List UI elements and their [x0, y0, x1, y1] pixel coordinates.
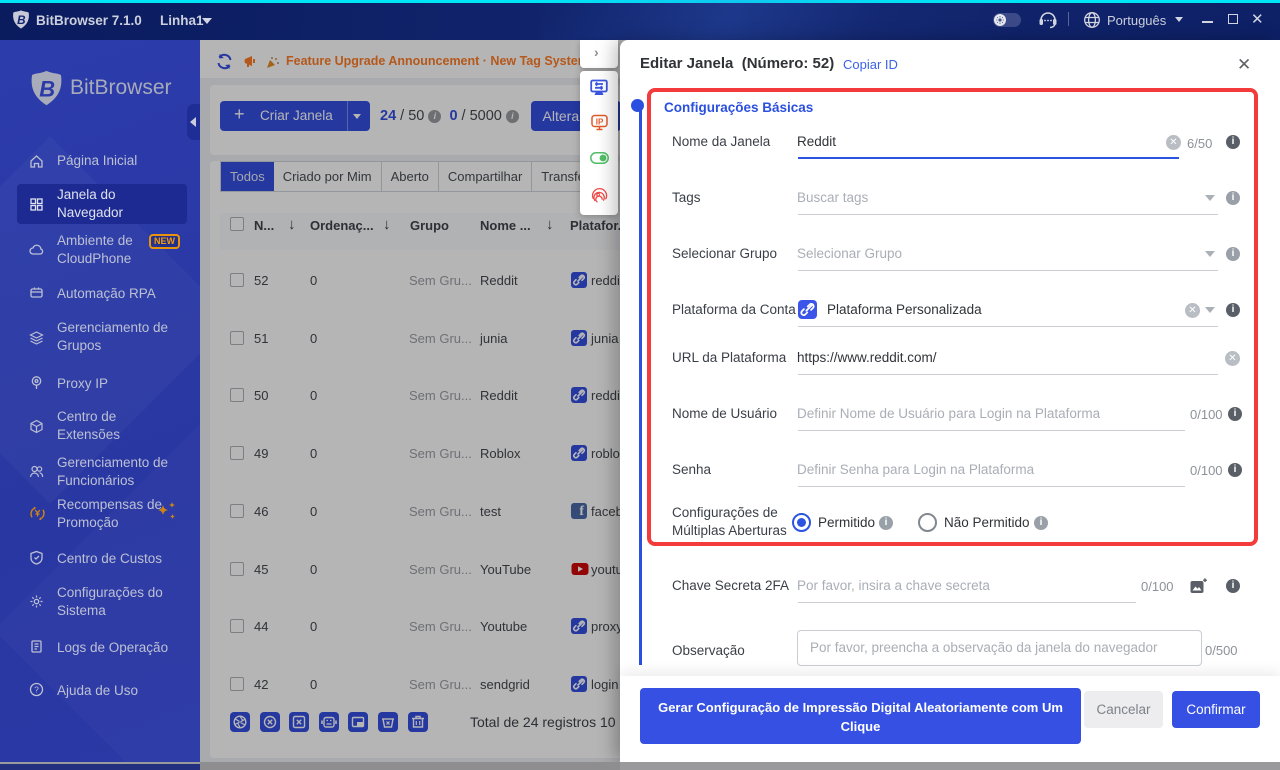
svg-text:B: B — [39, 76, 55, 101]
svg-text:B: B — [17, 14, 25, 27]
svg-text:IP: IP — [596, 117, 604, 126]
svg-text:?: ? — [34, 684, 39, 694]
